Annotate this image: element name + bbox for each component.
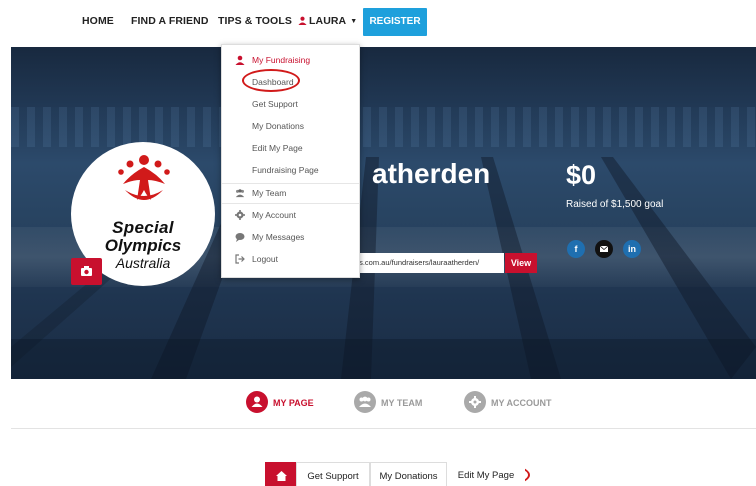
team-icon (354, 391, 376, 413)
nav-user-name: LAURA (309, 15, 347, 27)
user-icon (298, 16, 307, 25)
logout-icon (235, 254, 245, 264)
logo-text-olympics: Olympics (104, 236, 182, 255)
nav-tips-tools-link[interactable]: TIPS & TOOLS (218, 15, 292, 27)
nav-user-menu[interactable]: LAURA ▼ (298, 15, 357, 27)
nav-home-link[interactable]: HOME (82, 15, 114, 27)
tab-edit-my-page[interactable]: Edit My Page (447, 462, 525, 486)
tab-my-account-label: MY ACCOUNT (491, 398, 552, 408)
menu-divider (222, 183, 359, 184)
tab-my-team-label: MY TEAM (381, 398, 423, 408)
linkedin-share-button[interactable]: in (623, 240, 641, 258)
tab-my-donations[interactable]: My Donations (370, 462, 447, 486)
tab-get-support[interactable]: Get Support (296, 462, 370, 486)
register-button[interactable]: REGISTER (363, 8, 427, 36)
gear-icon (464, 391, 486, 413)
fundraiser-name: atherden (372, 158, 491, 189)
view-button[interactable]: View (505, 253, 537, 273)
caret-down-icon: ▼ (350, 18, 358, 25)
change-photo-button[interactable] (71, 258, 102, 285)
section-divider (11, 428, 756, 429)
nav-find-a-friend-link[interactable]: FIND A FRIEND (131, 15, 209, 27)
email-share-button[interactable] (595, 240, 613, 258)
fundraiser-url-field[interactable]: ts.com.au/fundraisers/lauraatherden/ (356, 253, 504, 273)
envelope-icon (599, 245, 609, 252)
tab-home[interactable] (265, 462, 296, 486)
home-icon (276, 471, 287, 481)
top-navigation: HOME FIND A FRIEND TIPS & TOOLS LAURA ▼ R… (0, 0, 756, 44)
facebook-share-button[interactable]: f (567, 240, 585, 258)
chat-bubble-icon (235, 233, 245, 242)
menu-my-fundraising-label: My Fundraising (252, 55, 311, 65)
raised-goal-text: Raised of $1,500 goal (566, 199, 664, 210)
raised-amount: $0 (566, 160, 597, 190)
user-icon (235, 55, 245, 65)
camera-icon (81, 266, 92, 276)
tab-my-page-label: MY PAGE (273, 398, 314, 408)
gear-icon (235, 210, 245, 220)
annotation-oval-dashboard (242, 69, 300, 92)
special-olympics-emblem (118, 155, 170, 200)
logo-text-special: Special (112, 218, 174, 237)
menu-divider (222, 203, 359, 204)
user-icon (246, 391, 268, 413)
team-icon (235, 189, 245, 198)
